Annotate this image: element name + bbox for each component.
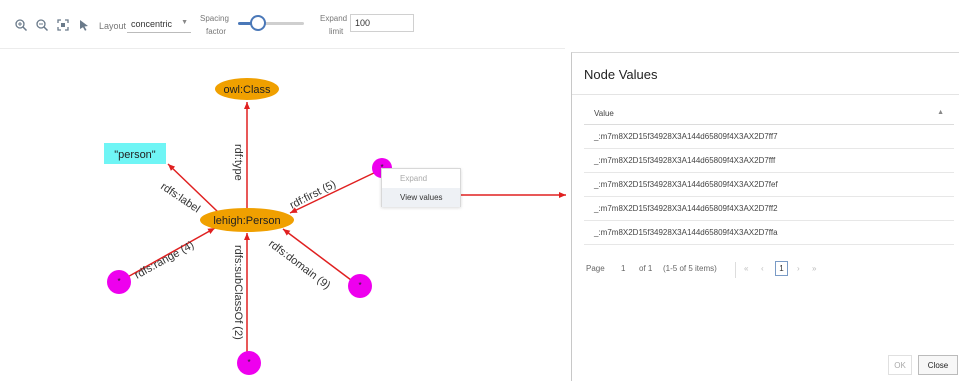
pager-divider [735,262,736,278]
node-blank-right-label: * [358,281,361,290]
toolbar-divider [0,48,565,49]
menu-item-view-values[interactable]: View values [382,188,460,207]
spacing-factor-slider[interactable] [238,14,304,32]
edge-label-rdfs-range: rdfs:range (4) [133,239,197,282]
node-values-dialog: Node Values Value ▲ _:m7m8X2D15f34928X3A… [571,52,959,381]
current-page-box[interactable]: 1 [775,261,788,276]
expand-limit-input[interactable]: 100 [350,14,414,32]
table-header[interactable]: Value ▲ [584,103,954,125]
edge-label-rdf-first: rdf:first (5) [288,178,338,211]
layout-select-value: concentric [131,19,173,29]
zoom-out-icon[interactable] [35,18,49,32]
expand-limit-label-1: Expand [320,14,348,23]
graph-canvas[interactable]: rdf:type rdfs:label rdf:first (5) rdfs:r… [0,50,570,381]
table-row[interactable]: _:m7m8X2D15f34928X3A144d65809f4X3AX2D7ff… [584,125,954,149]
pager-of-label: of 1 [639,264,653,273]
layout-label: Layout [99,21,127,31]
node-person-literal-label: "person" [114,149,156,161]
table-row[interactable]: _:m7m8X2D15f34928X3A144d65809f4X3AX2D7fe… [584,173,954,197]
fit-to-screen-icon[interactable] [56,18,70,32]
close-button[interactable]: Close [918,355,958,375]
slider-thumb[interactable] [250,15,266,31]
edge-rdf-first[interactable] [289,170,379,214]
table-row[interactable]: _:m7m8X2D15f34928X3A144d65809f4X3AX2D7ff… [584,149,954,173]
edge-label-rdfs-domain: rdfs:domain (9) [266,238,332,292]
expand-limit-label-2: limit [329,27,344,36]
dialog-title: Node Values [584,67,658,82]
pager-items-info: (1-5 of 5 items) [663,264,717,273]
value-cell: _:m7m8X2D15f34928X3A144d65809f4X3AX2D7ff… [594,132,778,141]
last-page-icon[interactable]: » [812,264,816,273]
node-lehigh-person-label: lehigh:Person [213,215,280,227]
column-header-value[interactable]: Value [594,109,614,118]
node-blank-bottom-label: * [247,358,250,367]
edge-label-rdf-type: rdf:type [232,144,244,181]
value-cell: _:m7m8X2D15f34928X3A144d65809f4X3AX2D7ff… [594,204,778,213]
value-cell: _:m7m8X2D15f34928X3A144d65809f4X3AX2D7ff… [594,228,778,237]
pager-page-number[interactable]: 1 [621,264,625,273]
sort-ascending-icon[interactable]: ▲ [937,109,944,116]
value-cell: _:m7m8X2D15f34928X3A144d65809f4X3AX2D7fe… [594,180,778,189]
spacing-factor-label-2: factor [206,27,227,36]
graph-toolbar: Layout concentric ▼ Spacing factor Expan… [0,0,560,48]
dialog-header: Node Values [572,53,959,95]
table-row[interactable]: _:m7m8X2D15f34928X3A144d65809f4X3AX2D7ff… [584,197,954,221]
previous-page-icon[interactable]: ‹ [761,264,764,273]
spacing-factor-label-1: Spacing [200,14,229,23]
pagination-bar: Page 1 of 1 (1-5 of 5 items) « ‹ 1 › » [584,259,954,281]
chevron-down-icon: ▼ [181,19,188,26]
menu-item-expand[interactable]: Expand [382,169,460,188]
next-page-icon[interactable]: › [797,264,800,273]
node-context-menu: Expand View values [381,168,461,207]
zoom-in-icon[interactable] [14,18,28,32]
table-row[interactable]: _:m7m8X2D15f34928X3A144d65809f4X3AX2D7ff… [584,221,954,245]
edge-label-rdfs-label: rdfs:label [158,181,202,216]
select-pointer-icon[interactable] [77,18,91,32]
first-page-icon[interactable]: « [744,264,748,273]
value-cell: _:m7m8X2D15f34928X3A144d65809f4X3AX2D7ff… [594,156,776,165]
pager-page-label: Page [586,264,605,273]
layout-select[interactable]: concentric ▼ [127,17,191,33]
node-blank-left-label: * [117,277,120,286]
edge-label-rdfs-subclassof: rdfs:subClassOf (2) [232,245,244,340]
ok-button[interactable]: OK [888,355,912,375]
node-owl-class-label: owl:Class [223,84,271,96]
